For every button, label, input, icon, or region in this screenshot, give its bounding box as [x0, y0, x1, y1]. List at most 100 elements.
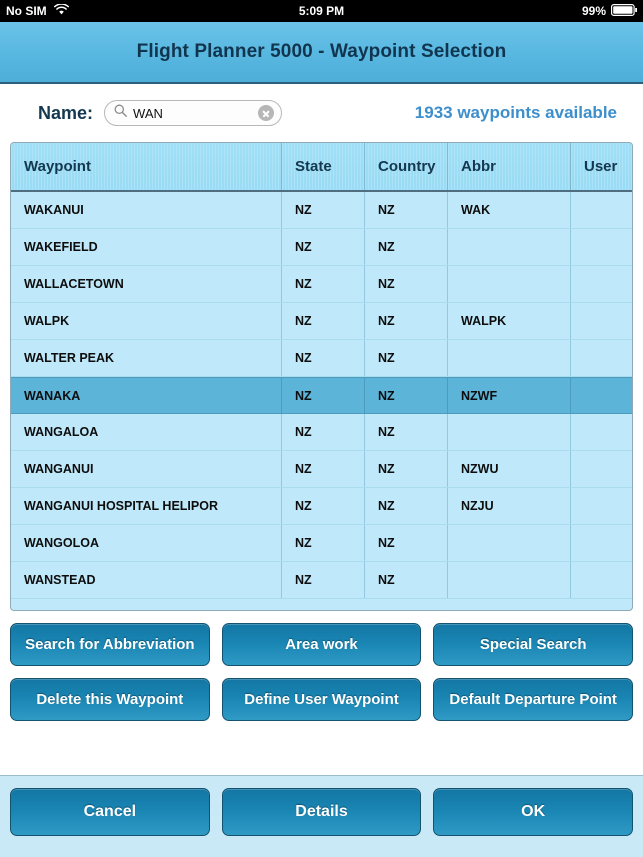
column-header-waypoint[interactable]: Waypoint [11, 143, 282, 190]
table-row[interactable]: WALLACETOWN NZ NZ [11, 266, 632, 303]
search-input-value[interactable]: WAN [133, 107, 258, 120]
cell-state: NZ [282, 378, 365, 413]
cell-state: NZ [282, 488, 365, 524]
table-row[interactable]: WANGANUI HOSPITAL HELIPOR NZ NZ NZJU [11, 488, 632, 525]
waypoint-count-label: 1933 waypoints available [414, 103, 617, 122]
cell-user [571, 192, 632, 228]
cell-waypoint: WALLACETOWN [11, 266, 282, 302]
cell-user [571, 414, 632, 450]
table-row[interactable]: WANGOLOA NZ NZ [11, 525, 632, 562]
cell-country: NZ [365, 340, 448, 376]
cell-state: NZ [282, 414, 365, 450]
table-row[interactable]: WAKANUI NZ NZ WAK [11, 192, 632, 229]
table-row[interactable]: WANSTEAD NZ NZ [11, 562, 632, 599]
cell-abbr: NZWF [448, 378, 571, 413]
page-title: Flight Planner 5000 - Waypoint Selection [136, 41, 507, 62]
search-icon [114, 104, 127, 122]
status-bar: No SIM 5:09 PM 99% [0, 0, 643, 22]
cell-user [571, 562, 632, 598]
footer-bar: Cancel Details OK [0, 775, 643, 857]
column-header-state[interactable]: State [282, 143, 365, 190]
table-row[interactable]: WALTER PEAK NZ NZ [11, 340, 632, 377]
delete-this-waypoint-button[interactable]: Delete this Waypoint [10, 678, 210, 721]
cell-country: NZ [365, 378, 448, 413]
cell-user [571, 229, 632, 265]
name-label: Name: [38, 102, 94, 123]
cell-country: NZ [365, 266, 448, 302]
cell-abbr: WALPK [448, 303, 571, 339]
cell-country: NZ [365, 451, 448, 487]
define-user-waypoint-button[interactable]: Define User Waypoint [221, 678, 422, 721]
cell-user [571, 525, 632, 561]
table-row[interactable]: WANAKA NZ NZ NZWF [11, 377, 632, 414]
waypoint-table[interactable]: Waypoint State Country Abbr User WAKANUI… [10, 142, 633, 611]
app-title-bar: Flight Planner 5000 - Waypoint Selection [0, 22, 643, 84]
cell-abbr [448, 414, 571, 450]
wifi-icon [53, 3, 69, 18]
footer-button-row: Cancel Details OK [10, 788, 634, 836]
cell-state: NZ [282, 562, 365, 598]
cell-state: NZ [282, 192, 365, 228]
cell-waypoint: WAKANUI [11, 192, 282, 228]
cell-user [571, 266, 632, 302]
cell-waypoint: WALPK [11, 303, 282, 339]
ok-button[interactable]: OK [433, 788, 634, 836]
cell-abbr [448, 266, 571, 302]
status-bar-clock: 5:09 PM [298, 4, 345, 18]
default-departure-point-button[interactable]: Default Departure Point [433, 678, 634, 721]
cell-user [571, 340, 632, 376]
action-button-area: Search for Abbreviation Area work Specia… [0, 611, 643, 721]
table-row[interactable]: WALPK NZ NZ WALPK [11, 303, 632, 340]
status-bar-right: 99% [581, 3, 639, 19]
cell-state: NZ [282, 266, 365, 302]
area-work-button[interactable]: Area work [221, 623, 422, 666]
search-input[interactable]: WAN [104, 100, 283, 126]
cell-waypoint: WANGALOA [11, 414, 282, 450]
cell-state: NZ [282, 525, 365, 561]
carrier-label: No SIM [6, 4, 47, 18]
cell-abbr: WAK [448, 192, 571, 228]
cell-waypoint: WAKEFIELD [11, 229, 282, 265]
table-body: WAKANUI NZ NZ WAK WAKEFIELD NZ NZ WALLACETOWN NZ… [11, 192, 632, 599]
table-row[interactable]: WANGALOA NZ NZ [11, 414, 632, 451]
cell-abbr [448, 525, 571, 561]
column-header-abbr[interactable]: Abbr [448, 143, 571, 190]
details-button[interactable]: Details [221, 788, 422, 836]
cell-country: NZ [365, 192, 448, 228]
cell-country: NZ [365, 229, 448, 265]
table-row[interactable]: WAKEFIELD NZ NZ [11, 229, 632, 266]
cell-state: NZ [282, 340, 365, 376]
cell-abbr: NZJU [448, 488, 571, 524]
cell-abbr: NZWU [448, 451, 571, 487]
special-search-button[interactable]: Special Search [433, 623, 634, 666]
cell-user [571, 303, 632, 339]
cell-country: NZ [365, 488, 448, 524]
status-bar-left: No SIM [6, 3, 69, 18]
column-header-country[interactable]: Country [365, 143, 448, 190]
cell-waypoint: WANGANUI HOSPITAL HELIPOR [11, 488, 282, 524]
battery-percent-label: 99% [581, 4, 606, 18]
search-for-abbreviation-button[interactable]: Search for Abbreviation [10, 623, 210, 666]
cell-user [571, 451, 632, 487]
cell-waypoint: WANGOLOA [11, 525, 282, 561]
clear-circle-icon[interactable] [258, 105, 275, 121]
cell-country: NZ [365, 562, 448, 598]
action-button-row-1: Search for Abbreviation Area work Specia… [10, 623, 634, 666]
cell-country: NZ [365, 414, 448, 450]
table-row[interactable]: WANGANUI NZ NZ NZWU [11, 451, 632, 488]
cell-state: NZ [282, 451, 365, 487]
cell-abbr [448, 562, 571, 598]
cell-abbr [448, 340, 571, 376]
battery-icon [611, 3, 639, 19]
cell-waypoint: WANGANUI [11, 451, 282, 487]
cell-waypoint: WALTER PEAK [11, 340, 282, 376]
action-button-row-2: Delete this Waypoint Define User Waypoin… [10, 678, 634, 721]
cancel-button[interactable]: Cancel [10, 788, 210, 836]
cell-user [571, 378, 632, 413]
cell-country: NZ [365, 303, 448, 339]
cell-abbr [448, 229, 571, 265]
search-row: Name: WAN 1933 waypoints available [0, 84, 643, 142]
column-header-user[interactable]: User [571, 143, 632, 190]
cell-waypoint: WANAKA [11, 378, 282, 413]
cell-state: NZ [282, 229, 365, 265]
